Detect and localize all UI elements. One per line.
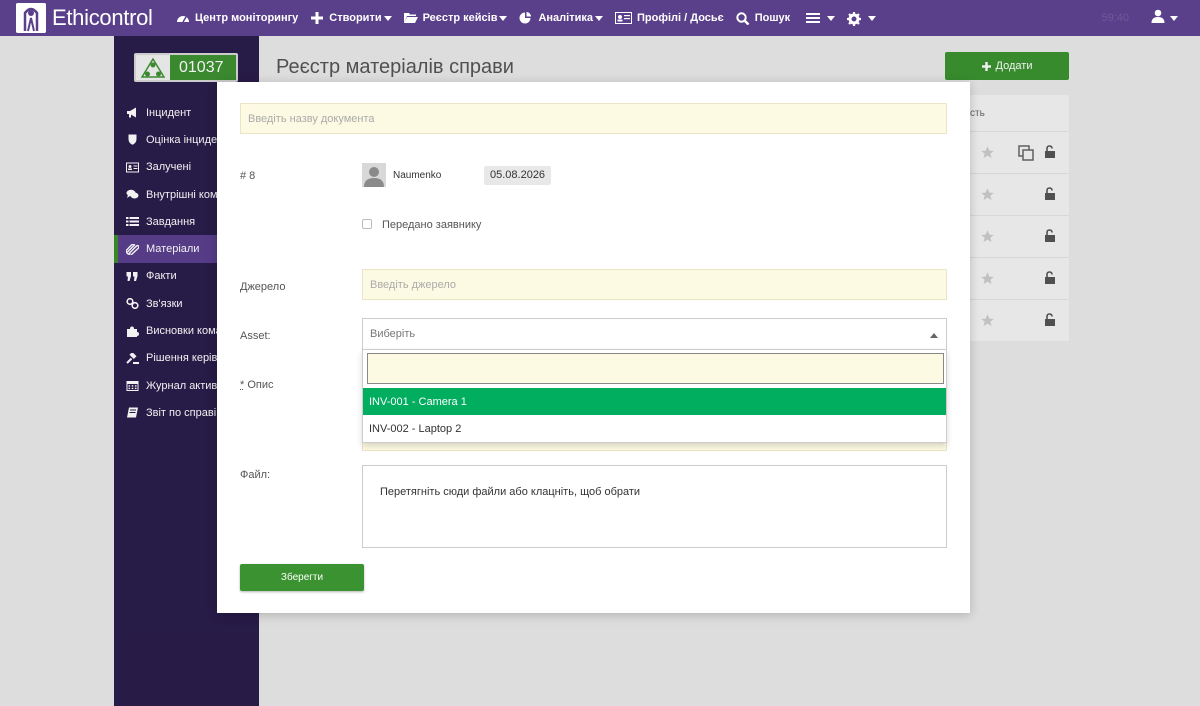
save-button[interactable]: Зберегти [240,564,364,591]
date-badge: 05.08.2026 [484,166,552,185]
main-nav: Центр моніторингу Створити Реєстр кейсів… [176,0,888,36]
nav-item-profiles[interactable]: Профілі / Досьє [615,12,724,24]
search-icon [736,12,750,26]
nav-label: Профілі / Досьє [637,12,724,24]
author-name: Naumenko [393,170,442,181]
brand-name: Ethicontrol [52,5,153,30]
navbar-right: 59:40 [1101,0,1200,36]
asset-select-value: Виберіть [370,328,416,340]
nav-settings-toggle[interactable] [847,12,877,26]
nav-label: Аналітика [538,12,593,24]
asset-label: Asset: [240,330,271,342]
pie-chart-icon [519,12,533,24]
hamburger-menu-icon [806,12,821,24]
folder-open-icon [403,12,418,24]
nav-item-case-registry[interactable]: Реєстр кейсів [403,12,508,24]
plus-icon [310,12,324,24]
author-avatar [362,163,386,187]
asset-dropdown: INV-001 - Camera 1 INV-002 - Laptop 2 [362,349,947,443]
asset-option[interactable]: INV-002 - Laptop 2 [363,415,946,442]
description-label: * Опис [240,379,274,391]
source-input[interactable]: Введіть джерело [362,269,947,300]
add-material-modal: Введіть назву документа # 8 Naumenko 05.… [217,82,970,613]
asset-search-input[interactable] [367,353,944,384]
asset-select[interactable]: Виберіть [362,318,947,350]
dashboard-icon [176,12,190,24]
record-number: # 8 [240,170,256,182]
file-label: Файл: [240,469,271,481]
id-card-icon [615,12,632,24]
caret-down-icon [499,15,508,21]
asset-option[interactable]: INV-001 - Camera 1 [363,388,946,415]
caret-down-icon [595,15,603,21]
caret-down-icon [1170,15,1178,21]
nav-label: Центр моніторингу [195,12,299,24]
document-name-input[interactable]: Введіть назву документа [240,103,947,134]
transferred-label[interactable]: Передано заявнику [382,219,481,231]
nav-menu-toggle[interactable] [806,12,836,24]
session-timer: 59:40 [1101,12,1129,24]
nav-item-create[interactable]: Створити [310,12,392,24]
caret-down-icon [383,15,392,21]
nav-item-analytics[interactable]: Аналітика [519,12,603,24]
description-label-text: Опис [247,379,274,391]
ethicontrol-logo-icon [16,3,46,33]
user-icon [1151,9,1165,28]
file-dropzone-text: Перетягніть сюди файли або клацніть, щоб… [380,486,641,498]
top-navbar: Ethicontrol Центр моніторингу Створити Р… [0,0,1200,36]
nav-label: Реєстр кейсів [422,12,498,24]
required-mark: * [240,379,245,391]
nav-label: Створити [329,12,382,24]
file-dropzone[interactable]: Перетягніть сюди файли або клацніть, щоб… [362,465,947,548]
brand[interactable]: Ethicontrol [0,0,176,36]
source-label: Джерело [240,281,286,293]
caret-up-icon [930,333,938,338]
user-menu[interactable] [1151,9,1178,28]
nav-label: Пошук [754,12,791,24]
caret-down-icon [868,15,877,21]
nav-item-search[interactable]: Пошук [736,12,791,26]
gear-icon [847,12,862,26]
nav-item-monitoring[interactable]: Центр моніторингу [176,12,298,24]
caret-down-icon [827,15,836,21]
transferred-checkbox[interactable] [362,219,372,229]
